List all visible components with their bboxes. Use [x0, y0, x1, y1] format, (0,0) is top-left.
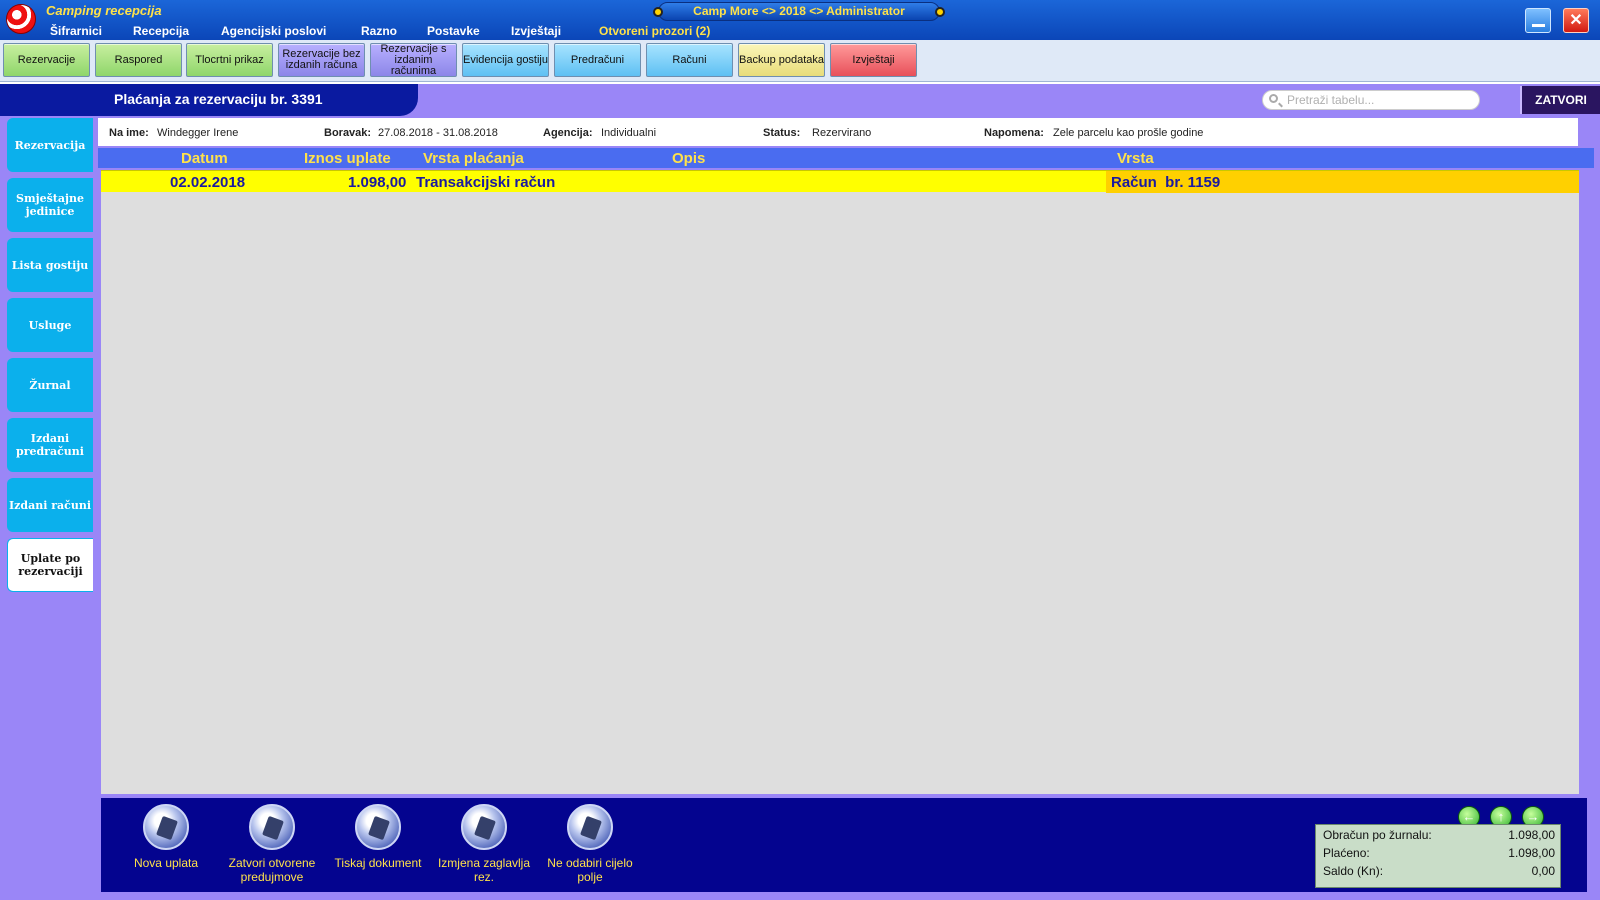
- stay-label: Boravak:: [324, 127, 372, 139]
- new-payment-button[interactable]: Nova uplata: [111, 804, 221, 870]
- print-document-label: Tiskaj dokument: [334, 856, 422, 870]
- close-panel-button[interactable]: ZATVORI: [1520, 86, 1600, 114]
- total-journal-value: 1.098,00: [1508, 828, 1555, 842]
- window-close-button[interactable]: ✕: [1563, 8, 1589, 33]
- toolbar-raspored-button[interactable]: Raspored: [95, 43, 182, 77]
- search-box[interactable]: [1262, 90, 1480, 110]
- column-datum[interactable]: Datum: [181, 150, 228, 167]
- note-label: Napomena:: [984, 127, 1044, 139]
- column-opis[interactable]: Opis: [672, 150, 705, 167]
- total-paid-value: 1.098,00: [1508, 846, 1555, 860]
- agency-label: Agencija:: [543, 127, 593, 139]
- sidebar-item-zurnal[interactable]: Žurnal: [7, 358, 93, 412]
- menu-izvjestaji[interactable]: Izvještaji: [511, 24, 561, 38]
- toolbar-tlocrtni-prikaz-button[interactable]: Tlocrtni prikaz: [186, 43, 273, 77]
- total-journal-row: Obračun po žurnalu: 1.098,00: [1323, 828, 1555, 844]
- toolbar-evidencija-gostiju-button[interactable]: Evidencija gostiju: [462, 43, 549, 77]
- action-panel: Nova uplata Zatvori otvorene predujmove …: [101, 798, 1587, 892]
- no-select-field-button[interactable]: Ne odabiri cijelo polje: [535, 804, 645, 884]
- toolbar-rezervacije-s-racunima-button[interactable]: Rezervacije s izdanim računima: [370, 43, 457, 77]
- menu-razno[interactable]: Razno: [361, 24, 397, 38]
- document-icon: [143, 804, 189, 850]
- app-name: Camping recepcija: [46, 3, 162, 18]
- printer-icon: [355, 804, 401, 850]
- column-vrsta-placanja[interactable]: Vrsta plaćanja: [423, 150, 524, 167]
- pill-dot-right-icon: [935, 7, 945, 17]
- note-value: Zele parcelu kao prošle godine: [1053, 127, 1204, 139]
- name-label: Na ime:: [109, 127, 149, 139]
- session-text: Camp More <> 2018 <> Administrator: [693, 4, 905, 18]
- minimize-button[interactable]: [1525, 8, 1551, 33]
- toolbar: Rezervacije Raspored Tlocrtni prikaz Rez…: [0, 40, 1600, 82]
- payments-table: 02.02.2018 1.098,00 Transakcijski račun …: [101, 170, 1579, 794]
- column-vrsta[interactable]: Vrsta: [1117, 150, 1154, 167]
- sidebar-item-usluge[interactable]: Usluge: [7, 298, 93, 352]
- clipboard-icon: [461, 804, 507, 850]
- name-value: Windegger Irene: [157, 127, 239, 139]
- sidebar-item-rezervacija[interactable]: Rezervacija: [7, 118, 93, 172]
- toolbar-rezervacije-bez-racuna-button[interactable]: Rezervacije bez izdanih računa: [278, 43, 365, 77]
- sidebar-item-smjestajne-jedinice[interactable]: Smještajne jedinice: [7, 178, 93, 232]
- toolbar-racuni-button[interactable]: Računi: [646, 43, 733, 77]
- no-select-field-label: Ne odabiri cijelo polje: [547, 856, 633, 884]
- pill-dot-left-icon: [653, 7, 663, 17]
- status-label: Status:: [763, 127, 801, 139]
- edit-header-button[interactable]: Izmjena zaglavlja rez.: [429, 804, 539, 884]
- stay-value: 27.08.2018 - 31.08.2018: [378, 127, 498, 139]
- total-balance-value: 0,00: [1531, 864, 1555, 878]
- page-title: Plaćanja za rezervaciju br. 3391: [114, 91, 323, 107]
- menu-postavke[interactable]: Postavke: [427, 24, 480, 38]
- new-payment-label: Nova uplata: [133, 856, 199, 870]
- toolbar-rezervacije-button[interactable]: Rezervacije: [3, 43, 90, 77]
- menu-recepcija[interactable]: Recepcija: [133, 24, 189, 38]
- reservation-info: Na ime: Windegger Irene Boravak: 27.08.2…: [98, 118, 1578, 146]
- session-indicator: Camp More <> 2018 <> Administrator: [653, 2, 945, 21]
- cell-vrsta-placanja: Transakcijski račun: [416, 174, 556, 191]
- total-journal-label: Obračun po žurnalu:: [1323, 828, 1432, 842]
- sidebar-item-uplate-po-rezervaciji[interactable]: Uplate po rezervaciji: [7, 538, 93, 592]
- toolbar-izvjestaji-button[interactable]: Izvještaji: [830, 43, 917, 77]
- totals-box: Obračun po žurnalu: 1.098,00 Plaćeno: 1.…: [1315, 824, 1561, 888]
- wallet-icon: [249, 804, 295, 850]
- page-header: Plaćanja za rezervaciju br. 3391 ZATVORI: [0, 84, 1600, 116]
- menu-bar: Šifrarnici Recepcija Agencijski poslovi …: [0, 24, 1500, 40]
- edit-header-label: Izmjena zaglavlja rez.: [437, 856, 531, 884]
- cell-iznos: 1.098,00: [348, 174, 407, 191]
- search-input[interactable]: [1287, 92, 1473, 108]
- column-iznos-uplate[interactable]: Iznos uplate: [304, 150, 391, 167]
- sidebar: Rezervacija Smještajne jedinice Lista go…: [0, 116, 95, 900]
- sidebar-item-izdani-racuni[interactable]: Izdani računi: [7, 478, 93, 532]
- agency-value: Individualni: [601, 127, 657, 139]
- toolbar-predracuni-button[interactable]: Predračuni: [554, 43, 641, 77]
- total-balance-row: Saldo (Kn): 0,00: [1323, 864, 1555, 880]
- print-document-button[interactable]: Tiskaj dokument: [323, 804, 433, 870]
- grid-icon: [567, 804, 613, 850]
- cell-vrsta: Račun br. 1159: [1111, 174, 1221, 191]
- status-value: Rezervirano: [812, 127, 872, 139]
- content-panel: Na ime: Windegger Irene Boravak: 27.08.2…: [95, 116, 1600, 900]
- search-icon: [1269, 94, 1278, 103]
- title-bar: Camping recepcija Camp More <> 2018 <> A…: [0, 0, 1600, 40]
- menu-sifrarnici[interactable]: Šifrarnici: [50, 24, 102, 38]
- sidebar-item-izdani-predracuni[interactable]: Izdani predračuni: [7, 418, 93, 472]
- cell-datum: 02.02.2018: [170, 174, 246, 191]
- menu-otvoreni-prozori[interactable]: Otvoreni prozori (2): [599, 24, 710, 38]
- total-paid-row: Plaćeno: 1.098,00: [1323, 846, 1555, 862]
- total-paid-label: Plaćeno:: [1323, 846, 1370, 860]
- total-balance-label: Saldo (Kn):: [1323, 864, 1384, 878]
- toolbar-backup-button[interactable]: Backup podataka: [738, 43, 825, 77]
- table-row[interactable]: 02.02.2018 1.098,00 Transakcijski račun …: [101, 170, 1579, 193]
- table-header: Datum Iznos uplate Vrsta plaćanja Opis V…: [98, 148, 1594, 168]
- menu-agencijski-poslovi[interactable]: Agencijski poslovi: [221, 24, 326, 38]
- sidebar-item-lista-gostiju[interactable]: Lista gostiju: [7, 238, 93, 292]
- close-advances-button[interactable]: Zatvori otvorene predujmove: [217, 804, 327, 884]
- close-advances-label: Zatvori otvorene predujmove: [228, 856, 316, 884]
